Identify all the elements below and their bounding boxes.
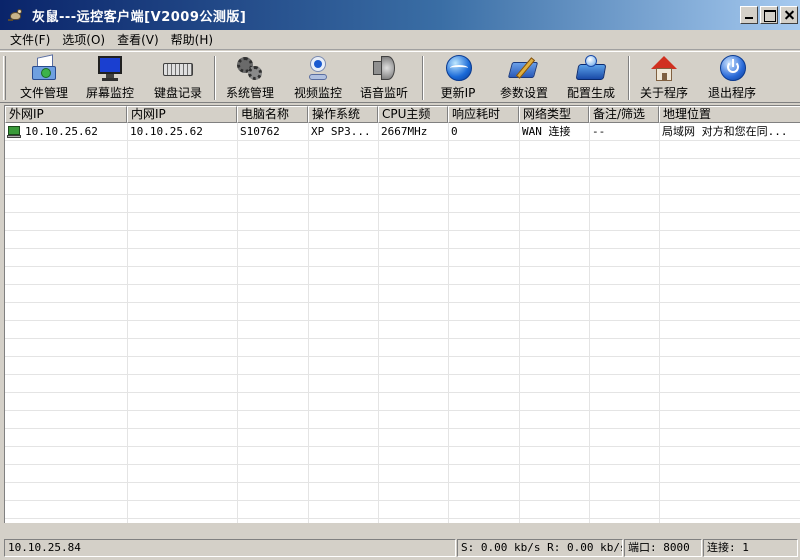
- toolbar-separator: [628, 56, 630, 100]
- build-config-button[interactable]: 配置生成: [561, 54, 621, 102]
- cell-location: 局域网 对方和您在同...: [662, 125, 788, 138]
- external-ip-value: 10.10.25.62: [25, 125, 98, 138]
- status-connections: 连接: 1: [703, 539, 798, 557]
- grid-line: [237, 123, 238, 523]
- column-header-computer-name[interactable]: 电脑名称: [237, 106, 308, 123]
- about-button[interactable]: 关于程序: [634, 54, 694, 102]
- screen-monitor-label: 屏幕监控: [85, 86, 134, 100]
- exit-button[interactable]: 退出程序: [702, 54, 762, 102]
- video-monitor-label: 视频监控: [293, 86, 342, 100]
- column-header-location[interactable]: 地理位置: [659, 106, 800, 123]
- host-list[interactable]: 外网IP 内网IP 电脑名称 操作系统 CPU主频 响应耗时 网络类型 备注/筛…: [4, 105, 800, 523]
- status-transfer-speed: S: 0.00 kb/s R: 0.00 kb/s: [457, 539, 623, 557]
- column-header-internal-ip[interactable]: 内网IP: [127, 106, 237, 123]
- column-header-cpu[interactable]: CPU主频: [378, 106, 448, 123]
- cell-latency: 0: [451, 125, 458, 138]
- file-manager-label: 文件管理: [19, 86, 68, 100]
- host-list-grid: [5, 123, 800, 523]
- voice-monitor-button[interactable]: 语音监听: [354, 54, 414, 102]
- settings-button[interactable]: 参数设置: [494, 54, 554, 102]
- system-manager-label: 系统管理: [225, 86, 274, 100]
- grid-line: [127, 123, 128, 523]
- gears-icon: [233, 54, 267, 84]
- cell-internal-ip: 10.10.25.62: [130, 125, 203, 138]
- menu-view[interactable]: 查看(V): [111, 31, 165, 48]
- webcam-icon: [301, 54, 335, 84]
- minimize-button[interactable]: [740, 6, 758, 24]
- column-header-note-filter[interactable]: 备注/筛选: [589, 106, 659, 123]
- menu-options[interactable]: 选项(O): [56, 31, 111, 48]
- screen-monitor-button[interactable]: 屏幕监控: [80, 54, 140, 102]
- menu-help[interactable]: 帮助(H): [165, 31, 219, 48]
- column-header-latency[interactable]: 响应耗时: [448, 106, 519, 123]
- host-list-header: 外网IP 内网IP 电脑名称 操作系统 CPU主频 响应耗时 网络类型 备注/筛…: [5, 106, 800, 123]
- cell-external-ip: 10.10.25.62: [5, 123, 127, 141]
- speaker-icon: [367, 54, 401, 84]
- window-controls: [740, 6, 798, 24]
- exit-label: 退出程序: [707, 86, 756, 100]
- maximize-button[interactable]: [760, 6, 778, 24]
- update-ip-button[interactable]: 更新IP: [428, 54, 488, 102]
- file-manager-button[interactable]: 文件管理: [14, 54, 74, 102]
- close-button[interactable]: [780, 6, 798, 24]
- monitor-icon: [93, 54, 127, 84]
- toolbar-separator: [214, 56, 216, 100]
- cell-note: --: [592, 125, 606, 138]
- column-header-network-type[interactable]: 网络类型: [519, 106, 589, 123]
- about-label: 关于程序: [639, 86, 688, 100]
- computer-icon: [7, 125, 22, 139]
- file-manager-icon: [27, 54, 61, 84]
- grid-line: [448, 123, 449, 523]
- grid-line: [519, 123, 520, 523]
- build-config-icon: [574, 54, 608, 84]
- house-icon: [647, 54, 681, 84]
- voice-monitor-label: 语音监听: [359, 86, 408, 100]
- toolbar: 文件管理 屏幕监控 键盘记录 系统管理 视频监控 语音监听 更新IP 参数设置 …: [0, 51, 800, 103]
- cell-network-type: WAN 连接: [522, 125, 571, 138]
- video-monitor-button[interactable]: 视频监控: [288, 54, 348, 102]
- cell-computer-name: S10762: [240, 125, 280, 138]
- settings-label: 参数设置: [499, 86, 548, 100]
- settings-icon: [507, 54, 541, 84]
- cell-os: XP SP3...: [311, 125, 371, 138]
- cell-cpu: 2667MHz: [381, 125, 428, 138]
- globe-icon: [441, 54, 475, 84]
- grid-line: [378, 123, 379, 523]
- grid-line: [308, 123, 309, 523]
- update-ip-label: 更新IP: [440, 86, 476, 100]
- table-row[interactable]: 10.10.25.62 10.10.25.62 S10762 XP SP3...…: [5, 123, 800, 141]
- status-bar: 10.10.25.84 S: 0.00 kb/s R: 0.00 kb/s 端口…: [0, 536, 800, 560]
- keyboard-icon: [161, 54, 195, 84]
- status-local-ip: 10.10.25.84: [4, 539, 456, 557]
- column-header-os[interactable]: 操作系统: [308, 106, 378, 123]
- grid-line: [589, 123, 590, 523]
- window-title: 灰鼠---远控客户端[V2009公测版]: [32, 9, 247, 25]
- toolbar-separator: [422, 56, 424, 100]
- menu-file[interactable]: 文件(F): [4, 31, 56, 48]
- toolbar-grip[interactable]: [3, 56, 6, 100]
- grid-line: [659, 123, 660, 523]
- keylogger-button[interactable]: 键盘记录: [148, 54, 208, 102]
- menu-bar: 文件(F) 选项(O) 查看(V) 帮助(H): [0, 30, 800, 50]
- power-icon: [715, 54, 749, 84]
- title-bar[interactable]: 灰鼠---远控客户端[V2009公测版]: [0, 0, 800, 30]
- build-config-label: 配置生成: [566, 86, 615, 100]
- column-header-external-ip[interactable]: 外网IP: [5, 106, 127, 123]
- keylogger-label: 键盘记录: [153, 86, 202, 100]
- app-mouse-icon: [8, 7, 24, 23]
- status-port: 端口: 8000: [624, 539, 702, 557]
- system-manager-button[interactable]: 系统管理: [220, 54, 280, 102]
